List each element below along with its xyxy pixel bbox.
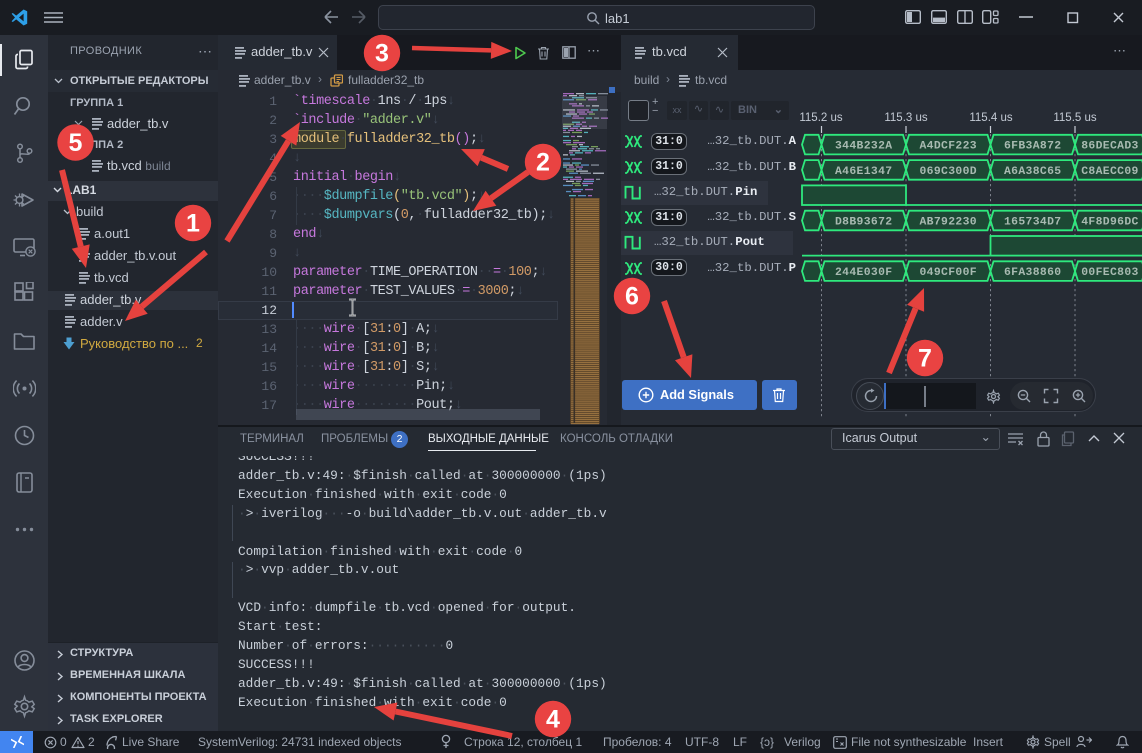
- svg-text:6FA38860: 6FA38860: [1004, 267, 1061, 279]
- svg-text:C8AECC09: C8AECC09: [1081, 166, 1138, 178]
- svg-text:A4DCF223: A4DCF223: [920, 141, 977, 153]
- svg-text:AB792230: AB792230: [920, 217, 977, 229]
- svg-text:86DECAD3: 86DECAD3: [1081, 141, 1138, 153]
- svg-text:A6A38C65: A6A38C65: [1004, 166, 1061, 178]
- svg-text:4F8D96DC: 4F8D96DC: [1081, 217, 1138, 229]
- svg-text:344B232A: 344B232A: [835, 141, 892, 153]
- svg-text:165734D7: 165734D7: [1004, 217, 1061, 229]
- svg-text:069C300D: 069C300D: [920, 166, 977, 178]
- svg-text:244E030F: 244E030F: [835, 267, 892, 279]
- svg-text:6FB3A872: 6FB3A872: [1004, 141, 1061, 153]
- svg-text:D8B93672: D8B93672: [835, 217, 892, 229]
- svg-text:049CF00F: 049CF00F: [920, 267, 977, 279]
- svg-text:00FEC803: 00FEC803: [1081, 267, 1138, 279]
- svg-text:A46E1347: A46E1347: [835, 166, 892, 178]
